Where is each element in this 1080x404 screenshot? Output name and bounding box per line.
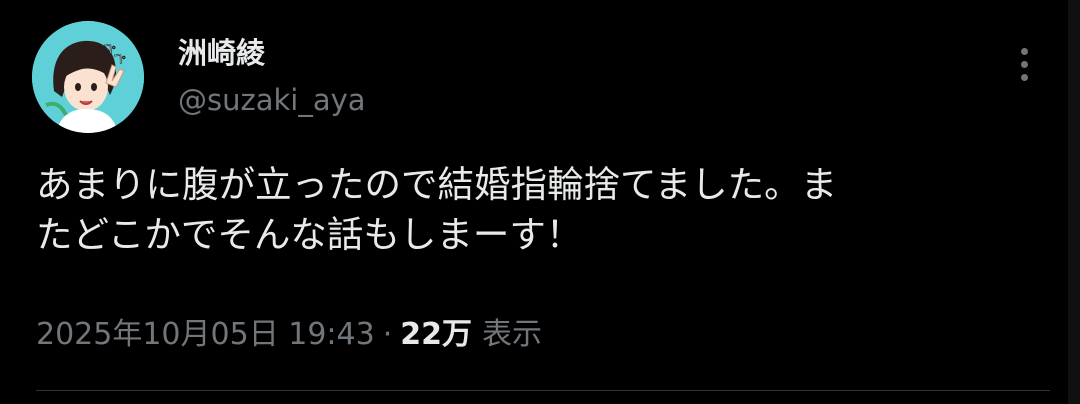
avatar[interactable]: ペ ペ xyxy=(32,21,144,133)
tweet-timestamp[interactable]: 2025年10月05日 19:43 xyxy=(36,317,375,352)
tweet-text: あまりに腹が立ったので結婚指輪捨てました。ま たどこかでそんな話もしまーす！ xyxy=(36,160,1036,260)
tweet-text-line-2: たどこかでそんな話もしまーす！ xyxy=(36,213,583,256)
more-options-button[interactable] xyxy=(1008,42,1042,86)
views-label: 表示 xyxy=(481,317,542,352)
avatar-illustration-icon: ペ ペ xyxy=(32,21,144,133)
right-edge-strip xyxy=(1068,0,1080,404)
tweet-text-line-1: あまりに腹が立ったので結婚指輪捨てました。ま xyxy=(36,163,838,206)
tweet-meta: 2025年10月05日 19:43 · 22万 表示 xyxy=(36,315,542,355)
divider xyxy=(36,390,1050,391)
more-vertical-icon-dot xyxy=(1021,74,1028,81)
views-count[interactable]: 22万 xyxy=(400,317,472,352)
meta-separator: · xyxy=(382,317,393,352)
more-vertical-icon-dot xyxy=(1021,61,1028,68)
more-vertical-icon xyxy=(1021,48,1028,55)
user-handle[interactable]: @suzaki_aya xyxy=(178,80,366,120)
display-name[interactable]: 洲崎綾 xyxy=(178,33,265,73)
